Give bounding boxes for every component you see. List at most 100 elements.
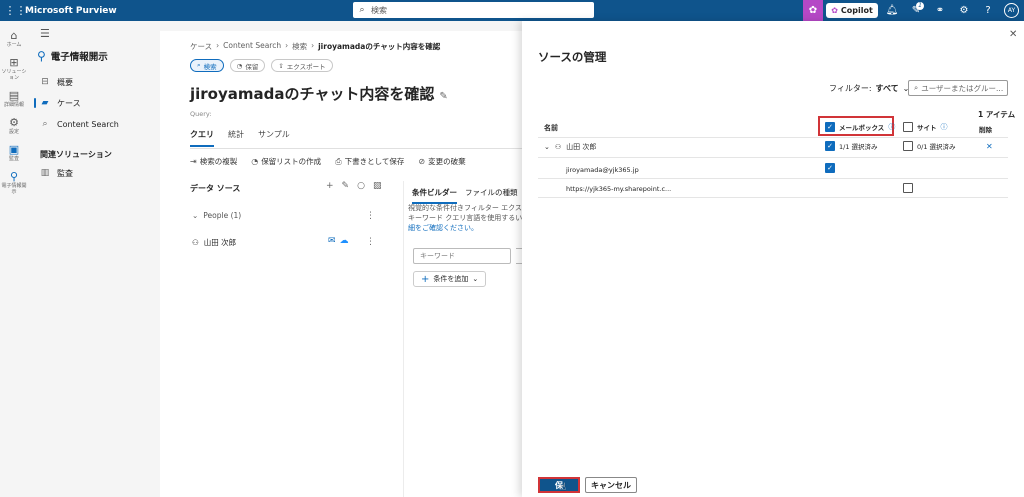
save-icon: ⎙	[335, 156, 342, 166]
view-icon[interactable]: ▧	[373, 181, 382, 191]
person-icon: ⚇	[192, 238, 199, 247]
rail-label: 監査	[8, 156, 19, 162]
ediscovery-icon: ⚲	[37, 49, 46, 63]
email-mailbox-checkbox[interactable]: ✓	[825, 163, 835, 173]
breadcrumb-item[interactable]: 検索	[292, 41, 307, 52]
delete-icon[interactable]: ✕	[986, 142, 993, 151]
column-label: メールボックス	[839, 124, 885, 132]
tab-sample[interactable]: サンプル	[258, 129, 290, 147]
save-draft-button[interactable]: ⎙ 下書きとして保存	[335, 156, 404, 167]
button-label: 下書きとして保存	[344, 157, 405, 166]
user-search-input[interactable]: ⌕ ユーザーまたはグルー...	[908, 80, 1008, 96]
person-item[interactable]: ⚇ 山田 次郎	[192, 237, 236, 248]
nav-item-audit[interactable]: ▥ 監査	[34, 165, 154, 181]
copilot-icon[interactable]: ✿	[803, 0, 823, 21]
pencil-icon[interactable]: ✎	[342, 181, 350, 191]
button-label: 変更の破棄	[428, 157, 466, 166]
breadcrumb-item[interactable]: ケース	[190, 41, 212, 52]
chip-export[interactable]: ⇪ エクスポート	[271, 59, 333, 72]
data-source-actions: + ✎ ○ ▧	[326, 181, 381, 191]
filter-dropdown[interactable]: フィルター: すべて ⌄	[829, 83, 909, 94]
email-address: jiroyamada@yjk365.jp	[566, 166, 639, 174]
rail-label: 設定	[8, 129, 19, 135]
nav-item-label: Content Search	[57, 119, 119, 129]
tab-condition-builder[interactable]: 条件ビルダー	[412, 187, 457, 204]
hamburger-icon[interactable]: ☰	[40, 27, 50, 40]
waffle-icon[interactable]: ⋮⋮⋮	[0, 0, 27, 21]
nav-item-label: 概要	[57, 77, 73, 87]
description-link[interactable]: 細をご確認ください。	[408, 223, 526, 233]
more-icon[interactable]: ⋮	[366, 211, 375, 221]
overview-icon: ⊟	[41, 77, 49, 87]
person-mailbox-checkbox[interactable]: ✓	[825, 141, 835, 151]
discard-changes-button[interactable]: ⊘ 変更の破棄	[418, 156, 465, 167]
tab-query[interactable]: クエリ	[190, 129, 214, 147]
duplicate-icon: ⇥	[190, 157, 197, 166]
share-icon[interactable]: ⚭	[928, 0, 952, 21]
person-site-checkbox[interactable]	[903, 141, 913, 151]
search-placeholder: ユーザーまたはグルー...	[921, 83, 1004, 93]
chip-search[interactable]: ⌕ 検索	[190, 59, 224, 72]
mailbox-all-checkbox[interactable]: ✓	[825, 122, 835, 132]
site-url-checkbox[interactable]	[903, 183, 913, 193]
bell-icon[interactable]: 🔔︎	[880, 0, 904, 21]
copilot-button[interactable]: ✿ Copilot	[826, 3, 878, 18]
gear-icon[interactable]: ⚙	[952, 0, 976, 21]
button-label: 検索の複製	[199, 157, 238, 166]
pencil-icon[interactable]: ✎	[439, 91, 447, 102]
column-name: 名前	[544, 124, 558, 132]
page-title: jiroyamadaのチャット内容を確認 ✎	[190, 83, 448, 104]
audit-icon: ▥	[40, 168, 50, 178]
keyword-input[interactable]: キーワード	[413, 248, 511, 264]
help-icon[interactable]: ?	[976, 0, 1000, 21]
rail-item-home[interactable]: ⌂ ホーム	[0, 29, 28, 48]
global-search-input[interactable]: ⌕ 検索	[353, 2, 594, 18]
save-button[interactable]: 保	[538, 477, 580, 493]
people-group[interactable]: ⌄ People (1)	[192, 211, 241, 220]
tab-statistics[interactable]: 統計	[228, 129, 244, 147]
nav-item-content-search[interactable]: ⌕ Content Search	[34, 116, 154, 132]
cancel-button[interactable]: キャンセル	[585, 477, 637, 493]
query-builder-panel: 条件ビルダー ファイルの種類 視覚的な条件付きフィルター エクス キーワード ク…	[403, 181, 524, 497]
info-icon[interactable]: ⓘ	[888, 122, 895, 132]
tab-file-types[interactable]: ファイルの種類	[465, 187, 518, 204]
rail-item-settings[interactable]: ⚙ 設定	[0, 116, 28, 135]
nav-header-label: 電子情報開示	[50, 52, 108, 63]
rail-label: 電子情報開示	[1, 183, 27, 195]
rail-item-learn[interactable]: ▤ 詳細情報	[0, 89, 28, 108]
app-title[interactable]: Microsoft Purview	[25, 6, 117, 16]
nav-item-overview[interactable]: ⊟ 概要	[34, 74, 154, 90]
rail-item-ediscovery[interactable]: ⚲ 電子情報開示	[0, 170, 28, 195]
search-placeholder: 検索	[371, 5, 387, 15]
rail-label: ホーム	[6, 42, 22, 48]
info-icon[interactable]: ⓘ	[941, 122, 948, 132]
add-icon[interactable]: +	[326, 181, 334, 191]
site-state: 0/1 選択済み	[903, 141, 956, 151]
duplicate-search-button[interactable]: ⇥ 検索の複製	[190, 156, 237, 167]
divider	[190, 148, 522, 149]
chevron-down-icon: ⌄	[472, 275, 479, 283]
column-delete: 削除	[979, 126, 992, 134]
onedrive-icon: ☁	[339, 236, 349, 246]
rail-item-audit[interactable]: ▣ 監査	[0, 143, 28, 162]
chip-hold[interactable]: ◔ 保留	[229, 59, 266, 72]
hold-icon: ◔	[251, 157, 259, 166]
nav-item-cases[interactable]: ▰ ケース	[34, 95, 154, 111]
site-url: https://yjk365-my.sharepoint.c...	[566, 185, 672, 193]
create-hold-button[interactable]: ◔ 保留リストの作成	[251, 156, 321, 167]
person-row[interactable]: ⌄ ⚇ 山田 次郎	[544, 142, 596, 152]
breadcrumb-item[interactable]: Content Search	[223, 41, 281, 52]
more-icon[interactable]: ⋮	[366, 237, 375, 247]
refresh-icon[interactable]: ○	[357, 181, 365, 191]
button-label: 保留リストの作成	[261, 157, 322, 166]
announcement-icon[interactable]: ✎ 1	[904, 0, 928, 21]
add-condition-button[interactable]: + 条件を追加 ⌄	[413, 271, 487, 287]
main-content: ケース › Content Search › 検索 › jiroyamadaのチャット…	[160, 31, 524, 497]
filter-value: すべて	[875, 84, 899, 93]
search-icon: ⌕	[197, 61, 201, 69]
state-label: 1/1 選択済み	[839, 143, 878, 151]
avatar[interactable]: AY	[1004, 3, 1019, 18]
site-all-checkbox[interactable]	[903, 122, 913, 132]
rail-item-solutions[interactable]: ⊞ ソリューション	[0, 56, 28, 81]
close-icon[interactable]: ✕	[1009, 29, 1017, 40]
